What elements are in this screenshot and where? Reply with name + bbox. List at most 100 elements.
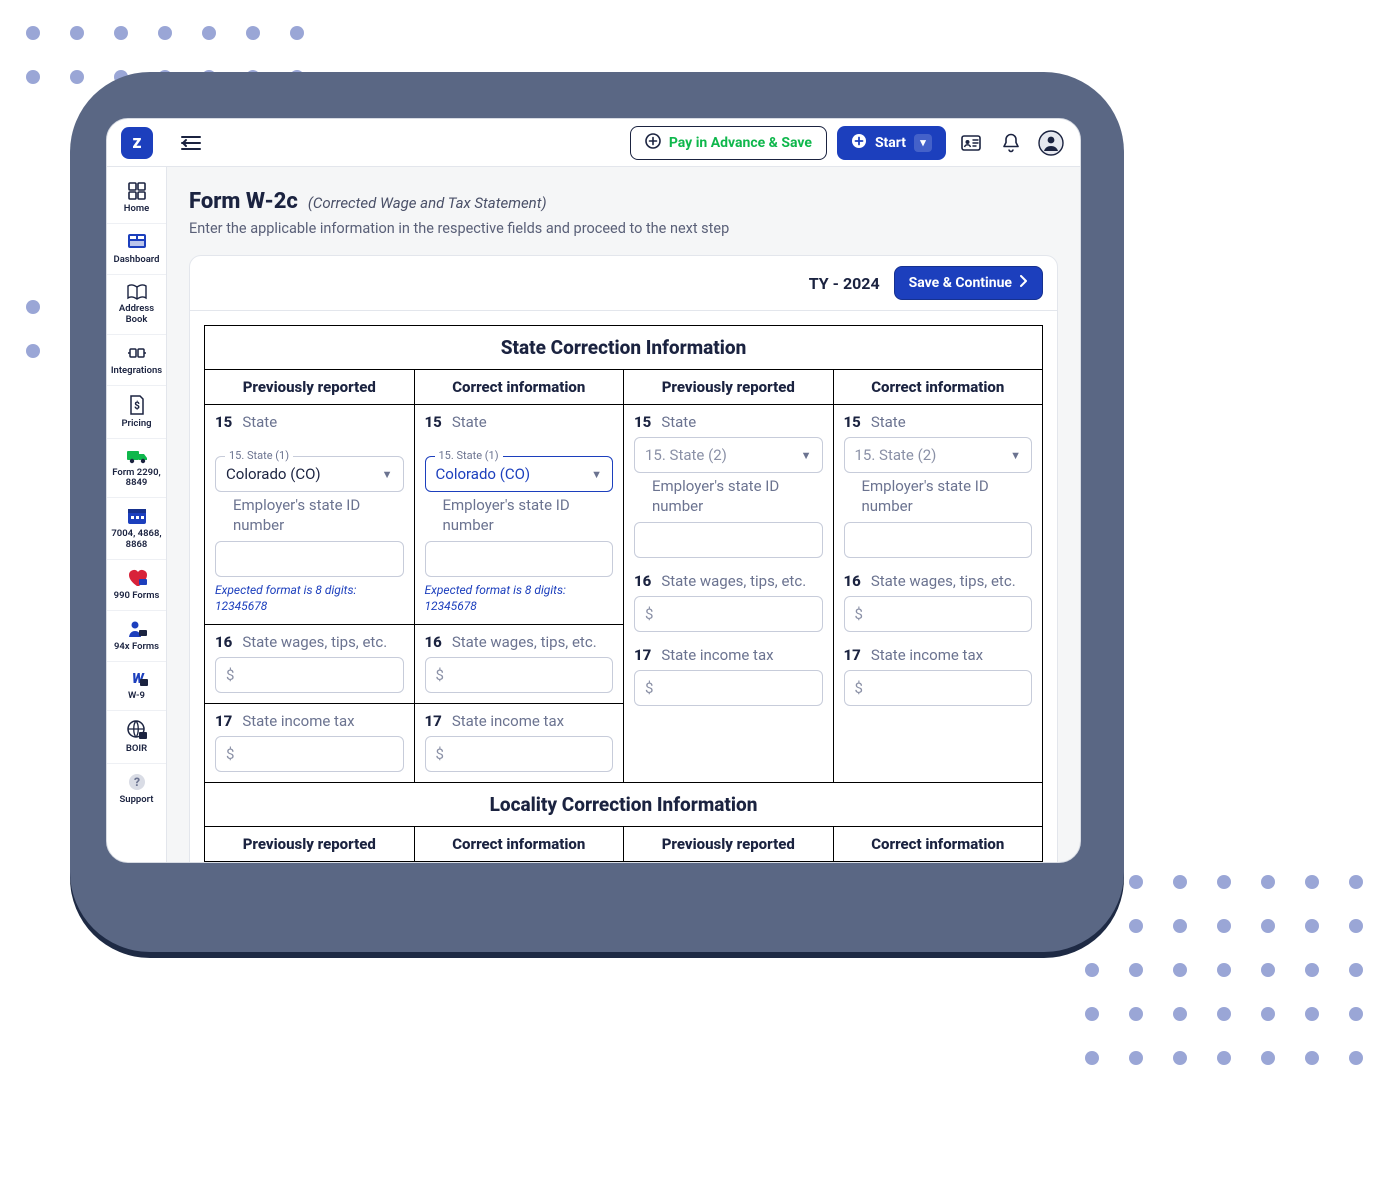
page-description: Enter the applicable information in the … [189,220,1058,237]
state2-prev-select[interactable]: 15. State (2) ▼ [634,437,823,473]
sidebar-item-boir[interactable]: BOIR [107,711,166,764]
truck-icon [125,447,149,465]
sidebar-collapse-icon[interactable] [177,129,205,157]
sidebar-item-label: Form 2290, 8849 [109,468,164,490]
state-wages-input-prev-1[interactable]: $ [215,657,404,693]
sidebar-item-label: Dashboard [114,255,160,266]
employer-state-id-hint: Expected format is 8 digits: 12345678 [215,583,404,614]
chevron-right-icon [1020,275,1028,291]
sidebar-item-990-forms[interactable]: 990 Forms [107,560,166,611]
pay-in-advance-label: Pay in Advance & Save [669,135,812,151]
state-wages-input-corr-1[interactable]: $ [425,657,614,693]
state-section-title: State Correction Information [205,326,1042,369]
sidebar-item-form-2290[interactable]: Form 2290, 8849 [107,439,166,499]
cell-state2-prev: 15 State 15. State (2) ▼ Employer's stat… [624,405,834,783]
cell-tax-prev-1: 17 State income tax $ [205,704,415,783]
cell-wages-corr-1: 16 State wages, tips, etc. $ [414,625,624,704]
sidebar-item-label: 7004, 4868, 8868 [109,529,164,551]
cell-state1-prev: 15 State 15. State (1) Colorado (CO) ▼ [205,405,415,625]
employer-state-id-input-corr-2[interactable] [844,522,1033,558]
id-card-icon[interactable] [956,128,986,158]
svg-text:?: ? [133,775,139,789]
plus-circle-icon [851,133,867,153]
dollar-icon: $ [645,605,653,623]
state-income-tax-input-corr-1[interactable]: $ [425,736,614,772]
cell-state1-corr: 15 State 15. State (1) Colorado (CO) ▼ [414,405,624,625]
cell-state2-corr: 15 State 15. State (2) ▼ Employer's stat… [833,405,1043,783]
caret-down-icon: ▼ [382,468,393,481]
state-income-tax-input-prev-2[interactable]: $ [634,670,823,706]
state-wages-input-prev-2[interactable]: $ [634,596,823,632]
line-15-number: 15 [215,413,232,431]
col-correct-information: Correct information [833,370,1043,405]
state-wages-input-corr-2[interactable]: $ [844,596,1033,632]
topbar: z Pay in Advance & Save Start ▾ [107,119,1080,167]
line-15-label: State [242,413,277,431]
sidebar-item-pricing[interactable]: $ Pricing [107,386,166,439]
tax-year-label: TY - 2024 [809,274,880,293]
state1-corr-value: Colorado (CO) [436,465,531,483]
state2-prev-placeholder: 15. State (2) [645,446,727,464]
page-title-row: Form W-2c (Corrected Wage and Tax Statem… [189,189,1058,214]
sidebar-item-label: 94x Forms [114,642,159,653]
sidebar-item-label: BOIR [126,744,147,755]
book-icon [126,283,148,301]
start-button[interactable]: Start ▾ [837,126,946,160]
start-label: Start [875,135,906,151]
sidebar-item-label: Home [124,204,149,215]
chevron-down-icon: ▾ [914,134,932,152]
caret-down-icon: ▼ [591,468,602,481]
state1-prev-value: Colorado (CO) [226,465,321,483]
locality-correction-header: Previously reported Correct information … [204,826,1043,862]
sidebar-item-label: W-9 [128,691,145,702]
save-continue-button[interactable]: Save & Continue [894,266,1043,300]
col-correct-information: Correct information [414,827,624,862]
employer-state-id-label: Employer's state ID number [233,496,404,535]
page-title: Form W-2c [189,189,298,214]
app-window: z Pay in Advance & Save Start ▾ [106,118,1081,863]
device-frame: z Pay in Advance & Save Start ▾ [70,72,1124,952]
account-avatar-icon[interactable] [1036,128,1066,158]
employer-state-id-input-prev-2[interactable] [634,522,823,558]
app-logo-glyph: z [121,127,153,159]
sidebar-item-label: Pricing [121,419,151,430]
main-content: Form W-2c (Corrected Wage and Tax Statem… [167,167,1080,862]
col-correct-information: Correct information [414,370,624,405]
pricing-icon: $ [128,394,146,416]
sidebar-item-address-book[interactable]: Address Book [107,275,166,335]
svg-text:$: $ [134,399,140,412]
card-header: TY - 2024 Save & Continue [190,256,1057,311]
locality-section-title: Locality Correction Information [205,783,1042,826]
sidebar-item-94x-forms[interactable]: 94x Forms [107,611,166,662]
state-income-tax-input-corr-2[interactable]: $ [844,670,1033,706]
sidebar-item-w9[interactable]: W W-9 [107,662,166,711]
pay-in-advance-button[interactable]: Pay in Advance & Save [630,126,827,160]
state-correction-table: Previously reported Correct information … [204,369,1043,783]
col-correct-information: Correct information [833,827,1043,862]
sidebar-item-7004[interactable]: 7004, 4868, 8868 [107,498,166,560]
dashboard-icon [126,232,148,252]
sidebar-item-dashboard[interactable]: Dashboard [107,224,166,275]
sidebar-item-home[interactable]: Home [107,173,166,224]
employer-state-id-input-corr-1[interactable] [425,541,614,577]
col-previously-reported: Previously reported [624,827,834,862]
home-icon [127,181,147,201]
sidebar-item-label: 990 Forms [114,591,160,602]
save-continue-label: Save & Continue [909,275,1012,291]
app-logo[interactable]: z [107,119,167,167]
state2-corr-select[interactable]: 15. State (2) ▼ [844,437,1033,473]
employer-state-id-input-prev-1[interactable] [215,541,404,577]
bell-icon[interactable] [996,128,1026,158]
sidebar-item-support[interactable]: ? Support [107,764,166,814]
state1-legend: 15. State (1) [225,449,293,462]
sidebar-item-integrations[interactable]: Integrations [107,335,166,386]
form-card: TY - 2024 Save & Continue State Correcti… [189,255,1058,862]
state-income-tax-input-prev-1[interactable]: $ [215,736,404,772]
page-subtitle: (Corrected Wage and Tax Statement) [308,194,547,212]
caret-down-icon: ▼ [1010,449,1021,462]
heart-icon [126,568,148,588]
sidebar-item-label: Address Book [109,304,164,326]
calendar-icon [126,506,148,526]
col-previously-reported: Previously reported [205,827,415,862]
cell-tax-corr-1: 17 State income tax $ [414,704,624,783]
